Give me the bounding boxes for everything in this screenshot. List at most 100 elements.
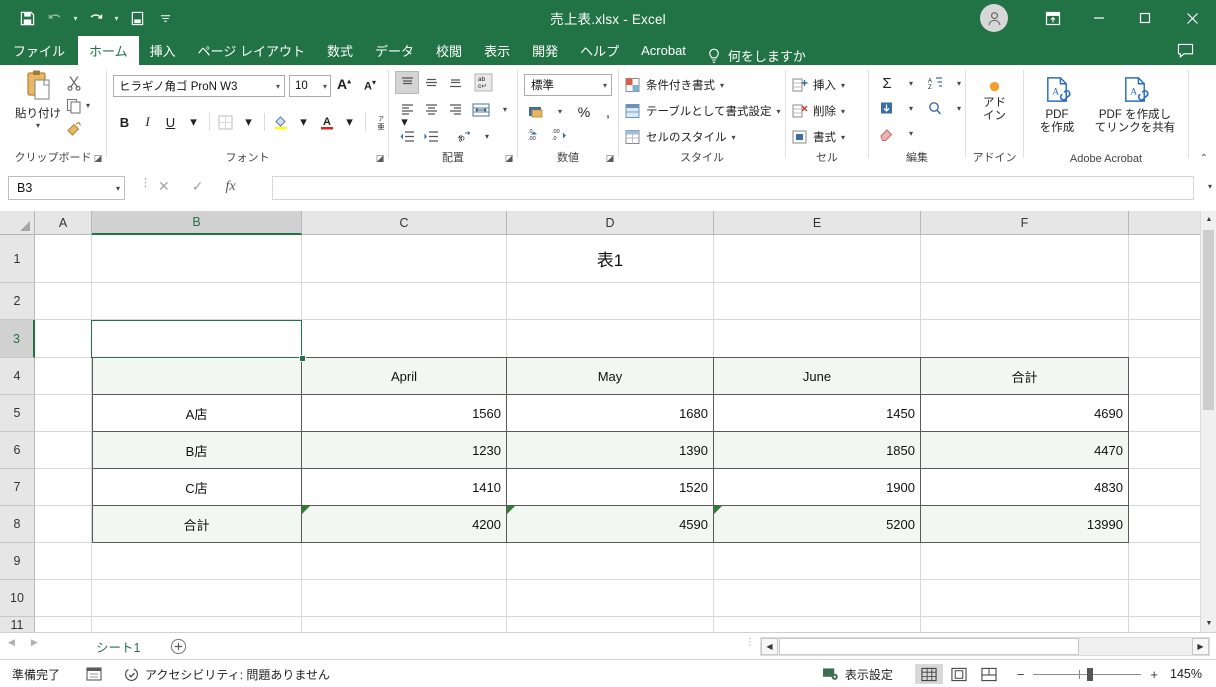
format-cells-dropdown-icon[interactable]: ▾ [841, 133, 845, 142]
paste-dropdown-icon[interactable]: ▾ [36, 121, 40, 130]
format-as-table-button[interactable]: テーブルとして書式設定 ▾ [625, 99, 780, 123]
merge-dropdown-icon[interactable]: ▾ [493, 98, 517, 121]
cell-title[interactable]: 表1 [92, 235, 1128, 282]
cell-D4[interactable]: May [507, 358, 713, 394]
cell-styles-button[interactable]: セルのスタイル ▾ [625, 125, 736, 149]
conditional-formatting-button[interactable]: 条件付き書式 ▾ [625, 73, 724, 97]
cell-F6[interactable]: 4470 [921, 432, 1128, 468]
expand-formula-bar-icon[interactable]: ▾ [1208, 182, 1212, 191]
cell-B6[interactable]: B店 [92, 432, 301, 468]
tab-view[interactable]: 表示 [473, 36, 521, 65]
zoom-level-label[interactable]: 145% [1170, 667, 1202, 681]
tab-insert[interactable]: 挿入 [139, 36, 187, 65]
cell-B4[interactable] [92, 358, 301, 394]
split-handle[interactable]: ⋮ [745, 638, 755, 648]
scroll-right-button[interactable]: ▶ [1192, 638, 1209, 655]
column-header-A[interactable]: A [35, 211, 92, 235]
cell-E5[interactable]: 1450 [714, 395, 920, 431]
record-macro-button[interactable] [86, 667, 102, 681]
normal-view-button[interactable] [914, 664, 943, 684]
comment-marker-C8[interactable] [302, 506, 310, 514]
comma-style-button[interactable]: , [596, 100, 620, 123]
increase-indent-button[interactable] [419, 125, 443, 148]
insert-cells-button[interactable]: 挿入 ▾ [792, 73, 845, 97]
cell-C4[interactable]: April [302, 358, 506, 394]
scroll-up-button[interactable]: ▲ [1201, 211, 1216, 228]
tab-review[interactable]: 校閲 [425, 36, 473, 65]
format-as-table-dropdown-icon[interactable]: ▾ [776, 107, 780, 116]
copy-dropdown-icon[interactable]: ▾ [86, 101, 90, 110]
accounting-dropdown-icon[interactable]: ▾ [548, 100, 572, 123]
bold-button[interactable]: B [113, 110, 136, 134]
cell-C8[interactable]: 4200 [302, 506, 506, 542]
font-color-button[interactable]: A [315, 110, 338, 134]
account-avatar-icon[interactable] [980, 4, 1008, 32]
cell-F4[interactable]: 合計 [921, 358, 1128, 394]
fill-button[interactable] [875, 97, 899, 120]
number-dialog-launcher[interactable]: ◪ [604, 152, 616, 164]
zoom-thumb[interactable] [1087, 667, 1094, 681]
underline-dropdown-icon[interactable]: ▾ [182, 110, 205, 134]
autosum-dropdown-icon[interactable]: ▾ [899, 72, 923, 95]
close-button[interactable] [1168, 0, 1216, 36]
delete-cells-dropdown-icon[interactable]: ▾ [841, 107, 845, 116]
fill-handle[interactable] [299, 355, 306, 362]
align-top-button[interactable] [395, 71, 419, 94]
formula-input[interactable] [272, 176, 1194, 200]
page-break-view-button[interactable] [975, 664, 1003, 684]
fill-color-dropdown-icon[interactable]: ▾ [292, 110, 315, 134]
cancel-icon[interactable]: ✕ [158, 178, 170, 195]
font-size-dropdown-icon[interactable]: ▾ [323, 82, 327, 91]
cell-E6[interactable]: 1850 [714, 432, 920, 468]
fill-dropdown-icon[interactable]: ▾ [899, 97, 923, 120]
increase-decimal-button[interactable]: .0.00 [524, 123, 548, 146]
font-name-dropdown-icon[interactable]: ▾ [276, 82, 280, 91]
accessibility-checker[interactable]: アクセシビリティ: 問題ありません [124, 666, 330, 683]
page-layout-view-button[interactable] [945, 664, 973, 684]
save-icon[interactable] [14, 5, 40, 31]
undo-dropdown-icon[interactable]: ▾ [70, 14, 81, 23]
row-header-9[interactable]: 9 [0, 543, 35, 580]
cell-B7[interactable]: C店 [92, 469, 301, 505]
orientation-dropdown-icon[interactable]: ▾ [475, 125, 499, 148]
cell-styles-dropdown-icon[interactable]: ▾ [732, 133, 736, 142]
scroll-left-button[interactable]: ◀ [761, 638, 778, 655]
tell-me-box[interactable]: 何をしますか [707, 46, 806, 65]
clipboard-dialog-launcher[interactable]: ◪ [92, 152, 104, 164]
create-pdf-button[interactable]: A PDF を作成 [1028, 75, 1086, 135]
cell-C6[interactable]: 1230 [302, 432, 506, 468]
formula-bar-grip[interactable]: ⋮ [140, 178, 151, 189]
cell-E7[interactable]: 1900 [714, 469, 920, 505]
accounting-format-button[interactable] [524, 100, 548, 123]
zoom-track[interactable] [1033, 667, 1142, 681]
decrease-font-size-button[interactable]: A▾ [364, 78, 376, 93]
delete-cells-button[interactable]: 削除 ▾ [792, 99, 845, 123]
cell-D6[interactable]: 1390 [507, 432, 713, 468]
comment-marker-E8[interactable] [714, 506, 722, 514]
align-left-button[interactable] [395, 98, 419, 121]
sheet-nav-prev-icon[interactable]: ◀ [8, 637, 15, 648]
display-settings-button[interactable]: 表示設定 [822, 666, 893, 683]
borders-button[interactable] [214, 110, 237, 134]
column-header-D[interactable]: D [507, 211, 714, 235]
tab-help[interactable]: ヘルプ [569, 36, 630, 65]
row-header-5[interactable]: 5 [0, 395, 35, 432]
active-cell-selection[interactable] [91, 320, 302, 358]
borders-dropdown-icon[interactable]: ▾ [237, 110, 260, 134]
paste-button[interactable]: 貼り付け ▾ [12, 69, 64, 143]
addins-button[interactable]: アド イン [970, 79, 1019, 123]
tab-file[interactable]: ファイル [0, 36, 78, 65]
column-header-F[interactable]: F [921, 211, 1129, 235]
wrap-text-button[interactable]: ab c↵ [471, 71, 495, 94]
align-right-button[interactable] [443, 98, 467, 121]
sort-filter-button[interactable]: AZ [923, 72, 947, 95]
number-format-dropdown-icon[interactable]: ▾ [603, 81, 607, 90]
orientation-button[interactable]: ぁ [451, 125, 475, 148]
tab-page-layout[interactable]: ページ レイアウト [187, 36, 316, 65]
cell-E4[interactable]: June [714, 358, 920, 394]
enter-icon[interactable]: ✓ [192, 178, 204, 195]
cell-B5[interactable]: A店 [92, 395, 301, 431]
clear-dropdown-icon[interactable]: ▾ [899, 122, 923, 145]
format-cells-button[interactable]: 書式 ▾ [792, 125, 845, 149]
row-header-1[interactable]: 1 [0, 235, 35, 283]
